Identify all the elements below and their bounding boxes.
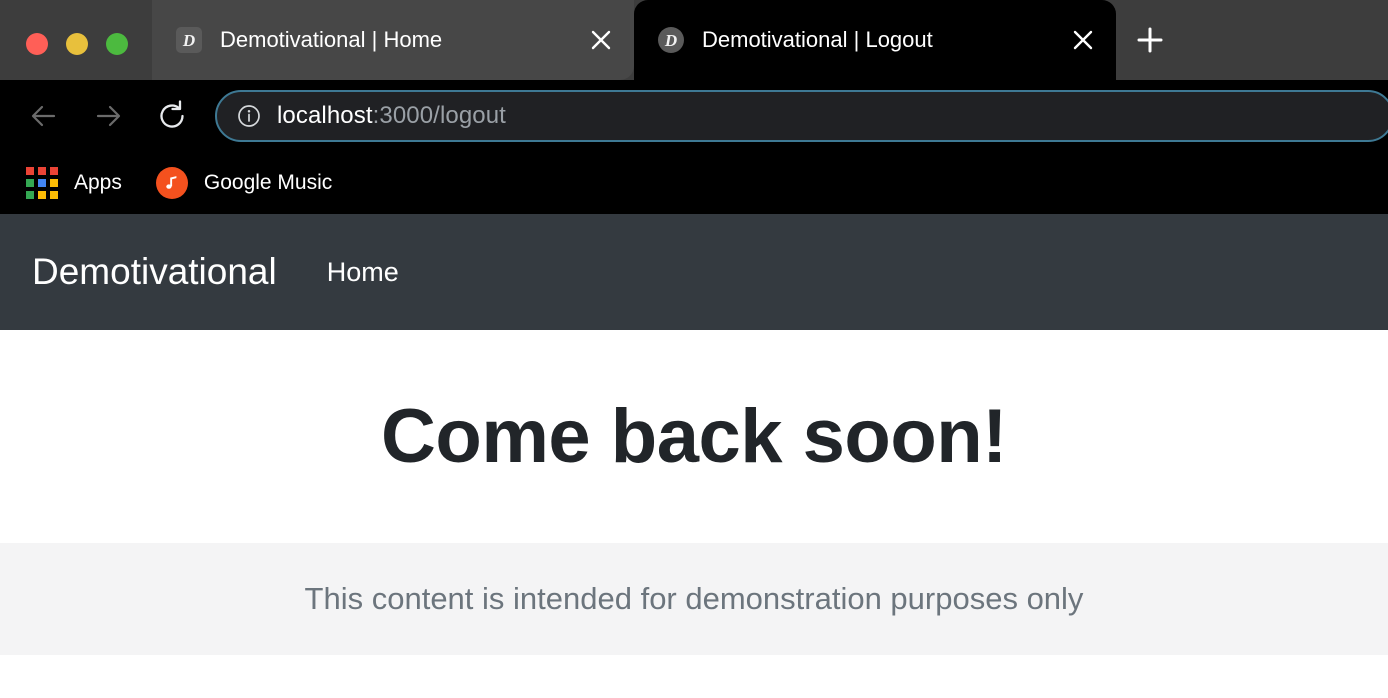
new-tab-button[interactable] bbox=[1120, 0, 1180, 80]
apps-grid-cell bbox=[38, 167, 46, 175]
site-navbar: Demotivational Home bbox=[0, 214, 1388, 330]
apps-grid-cell bbox=[50, 167, 58, 175]
apps-grid-cell bbox=[26, 191, 34, 199]
maximize-window-button[interactable] bbox=[106, 33, 128, 55]
apps-grid-cell bbox=[38, 179, 46, 187]
bookmark-label: Google Music bbox=[203, 171, 333, 194]
disclaimer-text: This content is intended for demonstrati… bbox=[304, 581, 1084, 616]
music-note-icon bbox=[155, 167, 188, 199]
browser-window: D Demotivational | Home D Demotivational… bbox=[0, 0, 1388, 698]
apps-grid-cell bbox=[26, 179, 34, 187]
favicon-icon: D bbox=[176, 27, 202, 53]
page-viewport: Demotivational Home Come back soon! This… bbox=[0, 214, 1388, 698]
apps-grid-icon bbox=[26, 167, 58, 199]
browser-toolbar: localhost:3000/logout bbox=[0, 80, 1388, 152]
forward-button[interactable] bbox=[82, 90, 134, 142]
bookmark-apps[interactable]: Apps bbox=[26, 161, 122, 205]
url-host: localhost bbox=[277, 102, 373, 129]
tab-strip: D Demotivational | Home D Demotivational… bbox=[0, 0, 1388, 80]
close-tab-icon[interactable] bbox=[580, 19, 622, 61]
window-controls bbox=[26, 33, 128, 55]
minimize-window-button[interactable] bbox=[66, 33, 88, 55]
browser-tab-home[interactable]: D Demotivational | Home bbox=[152, 0, 634, 80]
tab-title: Demotivational | Home bbox=[220, 27, 443, 52]
address-bar[interactable]: localhost:3000/logout bbox=[215, 90, 1388, 142]
plus-icon bbox=[1137, 27, 1163, 53]
reload-icon bbox=[160, 100, 184, 128]
apps-grid-cell bbox=[26, 167, 34, 175]
page-title: Come back soon! bbox=[381, 394, 1007, 479]
close-tab-icon[interactable] bbox=[1062, 19, 1104, 61]
info-circle-icon[interactable] bbox=[237, 104, 261, 128]
site-brand[interactable]: Demotivational bbox=[32, 251, 277, 293]
url-path: :3000/logout bbox=[372, 102, 506, 129]
apps-grid-cell bbox=[50, 191, 58, 199]
arrow-left-icon bbox=[31, 105, 56, 127]
favicon-icon: D bbox=[658, 27, 684, 53]
back-button[interactable] bbox=[18, 90, 70, 142]
arrow-right-icon bbox=[96, 105, 121, 127]
disclaimer-band: This content is intended for demonstrati… bbox=[0, 543, 1388, 655]
url-text[interactable]: localhost:3000/logout bbox=[277, 102, 506, 130]
bookmarks-bar: Apps Google Music bbox=[0, 152, 1388, 214]
close-window-button[interactable] bbox=[26, 33, 48, 55]
hero-section: Come back soon! bbox=[0, 330, 1388, 543]
apps-grid-cell bbox=[50, 179, 58, 187]
bookmark-label: Apps bbox=[74, 171, 122, 194]
nav-link-home[interactable]: Home bbox=[327, 257, 399, 288]
reload-button[interactable] bbox=[146, 90, 198, 142]
bookmark-google-music[interactable]: Google Music bbox=[155, 161, 333, 205]
tab-list: D Demotivational | Home D Demotivational… bbox=[152, 0, 1180, 80]
browser-tab-logout[interactable]: D Demotivational | Logout bbox=[634, 0, 1116, 80]
apps-grid-cell bbox=[38, 191, 46, 199]
tab-title: Demotivational | Logout bbox=[702, 27, 933, 52]
